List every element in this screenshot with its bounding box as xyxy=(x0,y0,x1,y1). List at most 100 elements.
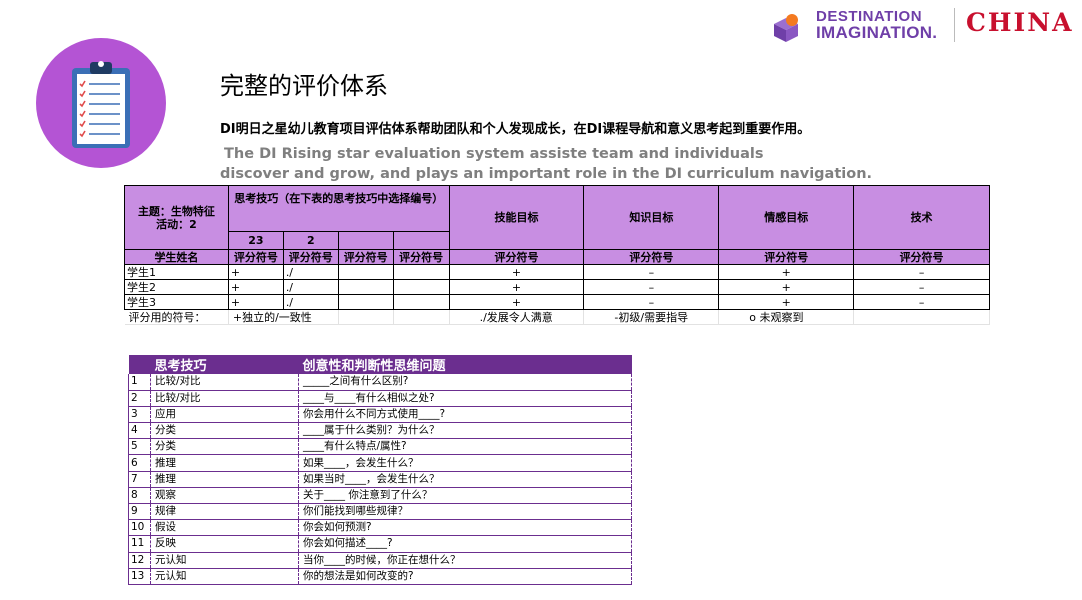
student-name: 学生2 xyxy=(124,279,229,295)
score-cell: – xyxy=(853,294,990,310)
skill-number: 12 xyxy=(128,552,151,569)
logo-text-imagination: IMAGINATION. xyxy=(816,23,938,42)
eval-header-row: 主题：生物特征 活动：2 思考技巧（在下表的思考技巧中选择编号） 技能目标 知识… xyxy=(124,185,990,250)
score-cell: – xyxy=(583,264,720,280)
skill-question: 你们能找到哪些规律？ xyxy=(298,503,632,521)
legend-empty-cell xyxy=(853,309,990,325)
skill-name: 分类 xyxy=(150,422,299,440)
skill-question: ____有什么特点/属性? xyxy=(298,438,632,456)
thinking-num-cell xyxy=(337,231,394,250)
thinking-num-cell: 23 xyxy=(227,231,284,250)
score-cell xyxy=(392,264,450,280)
score-cell: + xyxy=(227,279,284,295)
skill-question: _____之间有什么区别? xyxy=(298,374,632,391)
student-name-header: 学生姓名 xyxy=(124,249,229,265)
skill-name: 假设 xyxy=(150,519,299,537)
score-cell: ./ xyxy=(282,279,339,295)
subtitle-english-line-1: The DI Rising star evaluation system ass… xyxy=(224,146,764,162)
skill-name: 比较/对比 xyxy=(150,390,299,407)
score-cell: + xyxy=(718,294,855,310)
skill-name: 比较/对比 xyxy=(150,374,299,391)
skill-number: 1 xyxy=(128,374,151,391)
skill-name: 推理 xyxy=(150,454,299,472)
table-row: 4 分类 ____属于什么类别？为什么？ xyxy=(128,422,632,440)
score-cell: ./ xyxy=(282,294,339,310)
skill-question: 你会用什么不同方式使用____? xyxy=(298,406,632,424)
table-row: 1 比较/对比 _____之间有什么区别? xyxy=(128,374,632,391)
activity-label: 活动：2 xyxy=(156,217,197,231)
skill-number: 4 xyxy=(128,422,151,440)
logo-text-china: CHINA xyxy=(966,8,1074,37)
skill-number: 8 xyxy=(128,487,151,505)
skill-question: 你的想法是如何改变的? xyxy=(298,568,632,585)
symbol-header: 评分符号 xyxy=(337,249,394,265)
destination-imagination-china-logo: DESTINATION IMAGINATION. CHINA xyxy=(772,6,1072,46)
goal-header-skill: 技能目标 xyxy=(448,185,585,250)
skill-name: 应用 xyxy=(150,406,299,424)
skill-number: 11 xyxy=(128,535,151,553)
score-cell: + xyxy=(227,294,284,310)
goal-header-knowledge: 知识目标 xyxy=(583,185,720,250)
skill-number: 6 xyxy=(128,454,151,472)
skill-number: 3 xyxy=(128,406,151,424)
score-cell: + xyxy=(718,279,855,295)
table-row: 12 元认知 当你____的时候，你正在想什么？ xyxy=(128,552,632,569)
skill-number: 9 xyxy=(128,503,151,521)
skill-number: 7 xyxy=(128,471,151,488)
skills-header-question: 创意性和判断性思维问题 xyxy=(298,355,632,374)
evaluation-table: 主题：生物特征 活动：2 思考技巧（在下表的思考技巧中选择编号） 技能目标 知识… xyxy=(124,185,990,325)
score-cell: – xyxy=(583,294,720,310)
legend-beginner: -初级/需要指导 xyxy=(583,309,720,325)
score-cell: + xyxy=(448,279,585,295)
student-name: 学生1 xyxy=(124,264,229,280)
symbol-header: 评分符号 xyxy=(583,249,720,265)
legend-empty-cell xyxy=(338,309,394,325)
page-title: 完整的评价体系 xyxy=(220,72,388,100)
table-row: 9 规律 你们能找到哪些规律？ xyxy=(128,503,632,521)
skill-name: 观察 xyxy=(150,487,299,505)
score-cell xyxy=(337,294,394,310)
legend-not-observed: o 未观察到 xyxy=(718,309,855,325)
skill-number: 13 xyxy=(128,568,151,585)
clipboard-icon-graphic xyxy=(72,61,130,148)
subtitle-chinese: DI明日之星幼儿教育项目评估体系帮助团队和个人发现成长，在DI课程导航和意义思考… xyxy=(220,122,811,137)
table-row: 8 观察 关于____ 你注意到了什么？ xyxy=(128,487,632,505)
score-cell: – xyxy=(853,264,990,280)
skill-name: 元认知 xyxy=(150,568,299,585)
goal-header-emotion: 情感目标 xyxy=(718,185,855,250)
skill-question: 如果____，会发生什么？ xyxy=(298,454,632,472)
thinking-num-cell: 2 xyxy=(282,231,339,250)
skill-question: 当你____的时候，你正在想什么？ xyxy=(298,552,632,569)
legend-row: 评分用的符号： +独立的/一致性 ./发展令人满意 -初级/需要指导 o 未观察… xyxy=(124,309,990,325)
skill-name: 推理 xyxy=(150,471,299,488)
score-cell xyxy=(392,279,450,295)
table-row: 10 假设 你会如何预测? xyxy=(128,519,632,537)
skill-name: 分类 xyxy=(150,438,299,456)
legend-satisfactory: ./发展令人满意 xyxy=(449,309,585,325)
skill-name: 反映 xyxy=(150,535,299,553)
score-cell: + xyxy=(227,264,284,280)
symbol-header: 评分符号 xyxy=(392,249,450,265)
skills-body: 1 比较/对比 _____之间有什么区别? 2 比较/对比 ____与____有什么相似之… xyxy=(128,374,632,585)
skill-number: 10 xyxy=(128,519,151,537)
skill-number: 2 xyxy=(128,390,151,407)
score-cell: – xyxy=(853,279,990,295)
legend-empty-cell xyxy=(393,309,450,325)
skill-question: ____与____有什么相似之处? xyxy=(298,390,632,407)
topic-activity-cell: 主题：生物特征 活动：2 xyxy=(124,185,229,250)
student-name: 学生3 xyxy=(124,294,229,310)
thinking-skills-table: 思考技巧 创意性和判断性思维问题 1 比较/对比 _____之间有什么区别? 2 比较/… xyxy=(128,355,632,585)
thinking-num-cell xyxy=(392,231,450,250)
table-row: 3 应用 你会用什么不同方式使用____? xyxy=(128,406,632,424)
subtitle-english-line-2: discover and grow, and plays an importan… xyxy=(220,166,873,182)
student-row: 学生2 + ./ + – + – xyxy=(124,279,990,295)
topic-label: 主题：生物特征 xyxy=(137,204,215,218)
skills-header-skill: 思考技巧 xyxy=(150,355,299,374)
score-cell: + xyxy=(448,264,585,280)
skill-question: 如果当时____，会发生什么？ xyxy=(298,471,632,488)
score-cell xyxy=(337,279,394,295)
student-row: 学生1 + ./ + – + – xyxy=(124,264,990,280)
score-cell xyxy=(392,294,450,310)
logo-divider xyxy=(954,8,955,42)
goal-header-technology: 技术 xyxy=(853,185,990,250)
